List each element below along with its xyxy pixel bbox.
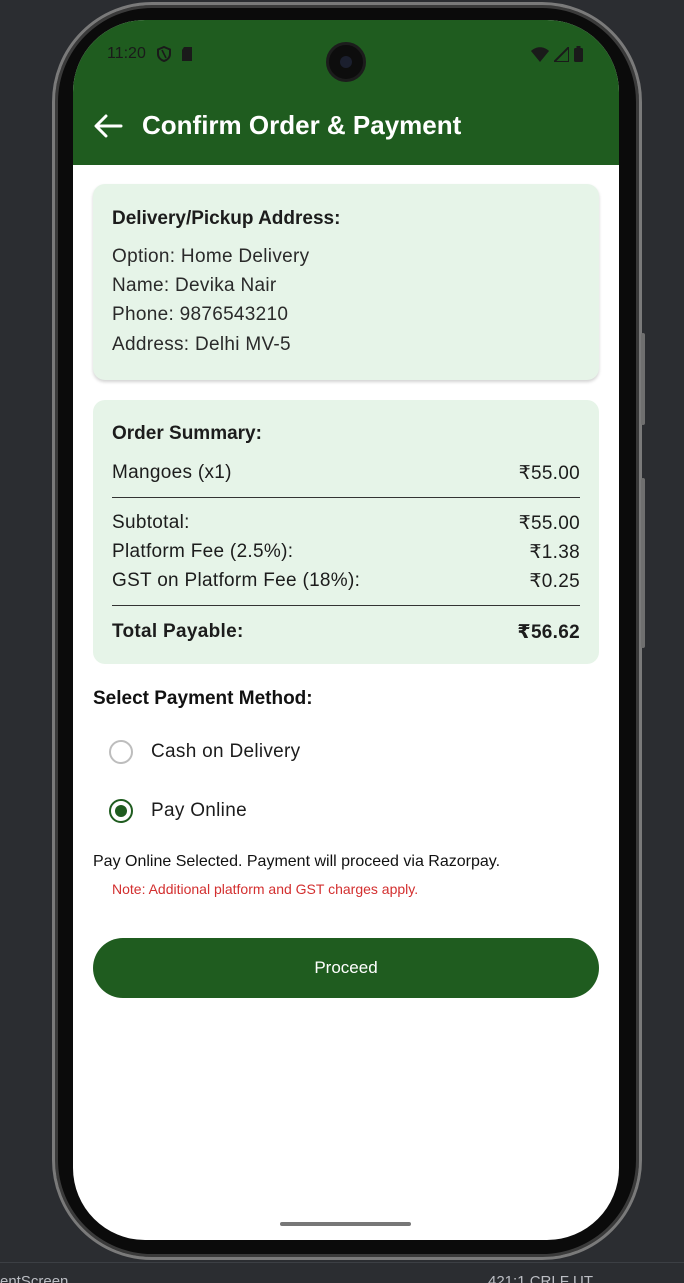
payment-method-heading: Select Payment Method: — [93, 688, 313, 709]
shield-icon — [157, 46, 171, 62]
gst-row: GST on Platform Fee (18%): ₹0.25 — [112, 570, 580, 593]
radio-button[interactable] — [109, 740, 133, 764]
app-bar: 11:20 Confirm Order & Payment — [73, 20, 619, 165]
radio-label[interactable]: Pay Online — [151, 800, 247, 822]
power-button — [641, 478, 645, 648]
order-summary-heading: Order Summary: — [112, 423, 262, 444]
platform-fee-label: Platform Fee (2.5%): — [112, 541, 294, 562]
customer-name: Name: Devika Nair — [112, 275, 277, 296]
charges-note: Note: Additional platform and GST charge… — [112, 881, 419, 897]
radio-cash-on-delivery[interactable]: Cash on Delivery — [109, 740, 300, 764]
customer-address: Address: Delhi MV-5 — [112, 334, 291, 355]
battery-icon — [574, 46, 583, 62]
payment-info-text: Pay Online Selected. Payment will procee… — [93, 853, 501, 870]
summary-divider — [112, 497, 580, 498]
phone-screen: 11:20 Confirm Order & Payment Delivery/P… — [73, 20, 619, 1240]
platform-fee-row: Platform Fee (2.5%): ₹1.38 — [112, 541, 580, 564]
page-title: Confirm Order & Payment — [142, 110, 462, 140]
radio-label[interactable]: Cash on Delivery — [151, 741, 300, 763]
proceed-button[interactable]: Proceed — [93, 938, 599, 998]
subtotal-row: Subtotal: ₹55.00 — [112, 512, 580, 535]
address-heading: Delivery/Pickup Address: — [112, 208, 341, 229]
sd-card-icon — [182, 47, 192, 61]
subtotal-label: Subtotal: — [112, 512, 190, 533]
ide-status-right: 421:1 CRLF UT — [488, 1273, 594, 1283]
volume-button — [641, 333, 645, 425]
ide-status-bar: entScreen 421:1 CRLF UT — [0, 1262, 684, 1283]
status-time: 11:20 — [107, 45, 146, 62]
gst-label: GST on Platform Fee (18%): — [112, 570, 361, 591]
customer-phone: Phone: 9876543210 — [112, 304, 289, 325]
order-item-row: Mangoes (x1) ₹55.00 — [112, 462, 580, 485]
item-label: Mangoes (x1) — [112, 462, 232, 483]
delivery-option: Option: Home Delivery — [112, 246, 310, 267]
address-card: Delivery/Pickup Address: Option: Home De… — [93, 184, 599, 380]
back-arrow-icon[interactable] — [93, 112, 123, 140]
wifi-icon — [531, 47, 549, 62]
ide-status-left: entScreen — [0, 1273, 69, 1283]
status-icons-left — [157, 46, 193, 62]
front-camera — [326, 42, 366, 82]
total-amount: ₹56.62 — [517, 622, 580, 643]
gst-amount: ₹0.25 — [529, 571, 580, 592]
total-label: Total Payable: — [112, 621, 244, 642]
order-summary-card: Order Summary: Mangoes (x1) ₹55.00 Subto… — [93, 400, 599, 664]
total-row: Total Payable: ₹56.62 — [112, 621, 580, 644]
radio-pay-online[interactable]: Pay Online — [109, 799, 247, 823]
total-divider — [112, 605, 580, 606]
item-amount: ₹55.00 — [518, 463, 580, 484]
radio-button-selected[interactable] — [109, 799, 133, 823]
subtotal-amount: ₹55.00 — [518, 513, 580, 534]
platform-fee-amount: ₹1.38 — [529, 542, 580, 563]
home-indicator[interactable] — [280, 1222, 411, 1226]
signal-icon — [554, 47, 569, 62]
status-icons-right — [531, 46, 583, 62]
